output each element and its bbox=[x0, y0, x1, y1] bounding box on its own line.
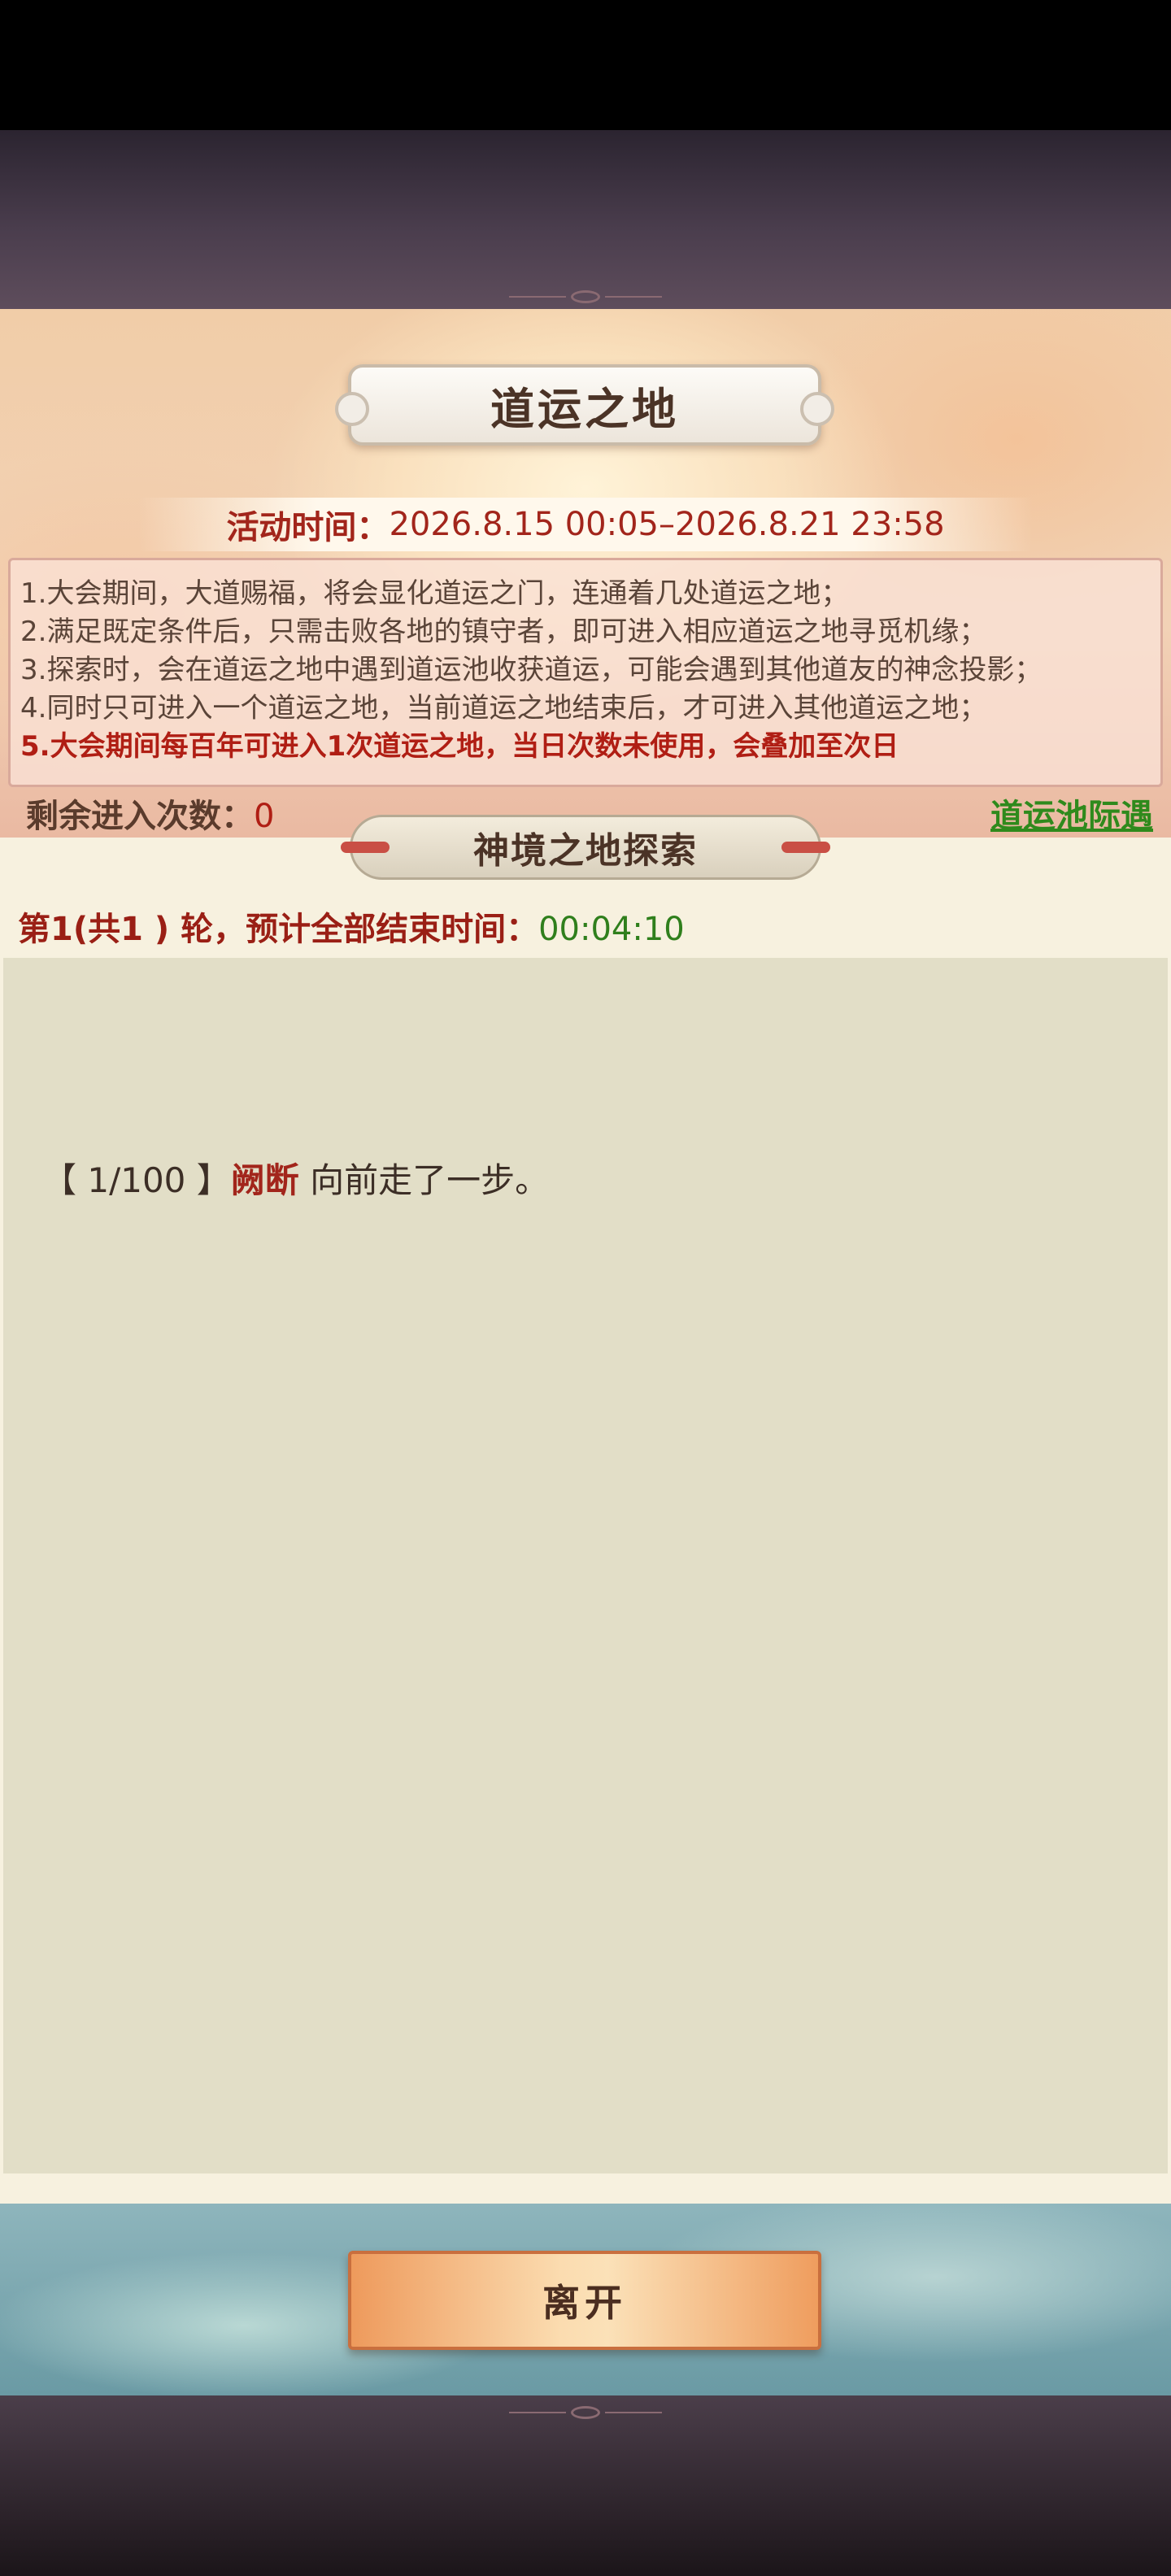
rule-item: 1.大会期间，大道赐福，将会显化道运之门，连通着几处道运之地； bbox=[20, 577, 849, 610]
round-info: 第1(共1 ) 轮，预计全部结束时间：00:04:10 bbox=[18, 903, 685, 950]
remaining-entries: 剩余进入次数：0 bbox=[26, 790, 274, 837]
ornament-top bbox=[504, 285, 667, 309]
round-timer: 00:04:10 bbox=[538, 911, 685, 948]
title-plate: 道运之地 bbox=[335, 364, 834, 446]
section-header: 神境之地探索 bbox=[341, 815, 830, 880]
leave-button-label: 离开 bbox=[542, 2281, 627, 2325]
bottom-frame bbox=[0, 2395, 1171, 2576]
exploration-log[interactable] bbox=[3, 958, 1168, 2174]
log-step: 【 1/100 】 bbox=[42, 1160, 231, 1200]
rule-item-highlight: 5.大会期间每百年可进入1次道运之地，当日次数未使用，会叠加至次日 bbox=[20, 730, 899, 763]
activity-time: 活动时间： 2026.8.15 00:05–2026.8.21 23:58 bbox=[138, 498, 1033, 551]
log-entry: 【 1/100 】阙断 向前走了一步。 bbox=[42, 1153, 549, 1203]
rule-item: 4.同时只可进入一个道运之地，当前道运之地结束后，才可进入其他道运之地； bbox=[20, 692, 987, 724]
activity-time-value: 2026.8.15 00:05–2026.8.21 23:58 bbox=[389, 506, 945, 543]
top-status-area bbox=[0, 0, 1171, 130]
ornament-bottom bbox=[504, 2400, 667, 2425]
rule-item: 3.探索时，会在道运之地中遇到道运池收获道运，可能会遇到其他道友的神念投影； bbox=[20, 654, 1043, 686]
rules-box: 1.大会期间，大道赐福，将会显化道运之门，连通着几处道运之地； 2.满足既定条件… bbox=[8, 558, 1163, 787]
rule-item: 2.满足既定条件后，只需击败各地的镇守者，即可进入相应道运之地寻觅机缘； bbox=[20, 616, 987, 648]
remaining-label: 剩余进入次数： bbox=[26, 798, 254, 835]
activity-time-label: 活动时间： bbox=[226, 509, 390, 546]
round-text: 第1(共1 ) 轮，预计全部结束时间： bbox=[18, 911, 539, 948]
page-title: 道运之地 bbox=[490, 383, 679, 435]
top-frame bbox=[0, 130, 1171, 309]
leave-button[interactable]: 离开 bbox=[348, 2251, 821, 2350]
section-title: 神境之地探索 bbox=[473, 830, 698, 872]
remaining-count: 0 bbox=[254, 798, 275, 835]
log-player-name: 阙断 bbox=[230, 1160, 299, 1200]
pool-encounter-link[interactable]: 道运池际遇 bbox=[990, 790, 1153, 837]
log-action: 向前走了一步。 bbox=[298, 1160, 550, 1200]
